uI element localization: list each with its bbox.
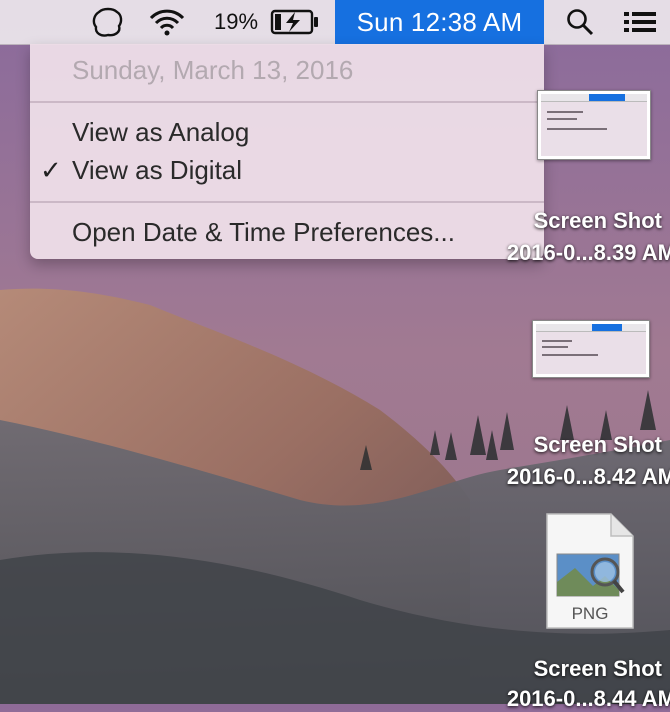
file-date[interactable]: 2016-0...8.42 AM <box>507 464 670 490</box>
menu-separator <box>30 201 544 203</box>
list-icon[interactable] <box>620 0 660 44</box>
file-type-label: PNG <box>571 604 609 623</box>
menu-bar-clock[interactable]: Sun 12:38 AM <box>335 0 544 44</box>
clock-menu: Sunday, March 13, 2016 View as Analog ✓ … <box>30 44 544 259</box>
screenshot-thumbnail[interactable] <box>537 90 651 160</box>
checkmark-icon: ✓ <box>40 155 62 185</box>
menu-item-label: Open Date & Time Preferences... <box>72 217 455 247</box>
app-status-icon[interactable] <box>88 0 128 44</box>
battery-percentage[interactable]: 19% <box>207 0 265 44</box>
png-file-icon[interactable]: PNG <box>545 512 635 630</box>
menu-bar: 19% Sun 12:38 AM <box>0 0 670 45</box>
wifi-icon[interactable] <box>144 0 190 44</box>
menu-item-label: View as Analog <box>72 117 250 147</box>
file-name[interactable]: Screen Shot <box>534 656 662 682</box>
menu-date: Sunday, March 13, 2016 <box>72 55 354 85</box>
battery-charging-icon[interactable] <box>268 0 322 44</box>
menu-item-label: View as Digital <box>72 155 243 185</box>
file-date[interactable]: 2016-0...8.39 AM <box>507 240 670 266</box>
file-name[interactable]: Screen Shot <box>534 208 662 234</box>
file-date[interactable]: 2016-0...8.44 AM <box>507 686 670 712</box>
menu-separator <box>30 101 544 103</box>
search-icon[interactable] <box>560 0 600 44</box>
file-name[interactable]: Screen Shot <box>534 432 662 458</box>
screenshot-thumbnail[interactable] <box>532 320 650 378</box>
